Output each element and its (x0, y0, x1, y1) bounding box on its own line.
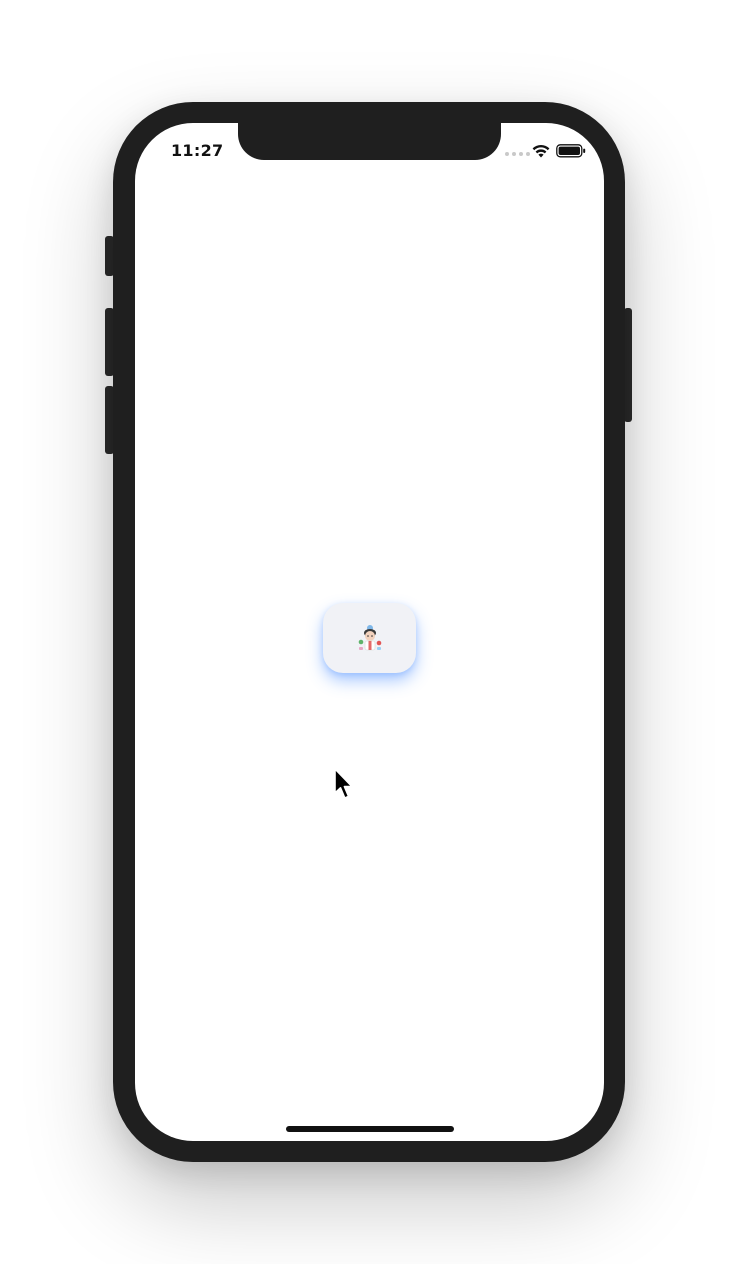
notch (238, 122, 501, 160)
home-indicator[interactable] (286, 1126, 454, 1132)
power-button (624, 308, 632, 422)
mouse-cursor-icon (334, 768, 353, 799)
status-icons (505, 143, 587, 159)
status-time: 11:27 (171, 141, 224, 160)
cartoon-character-icon (358, 625, 381, 651)
app-tile-button[interactable] (323, 603, 416, 673)
wifi-icon (532, 144, 550, 158)
signal-dots-icon (505, 152, 530, 156)
battery-icon (556, 144, 586, 158)
simulator-stage: 11:27 (0, 0, 738, 1264)
